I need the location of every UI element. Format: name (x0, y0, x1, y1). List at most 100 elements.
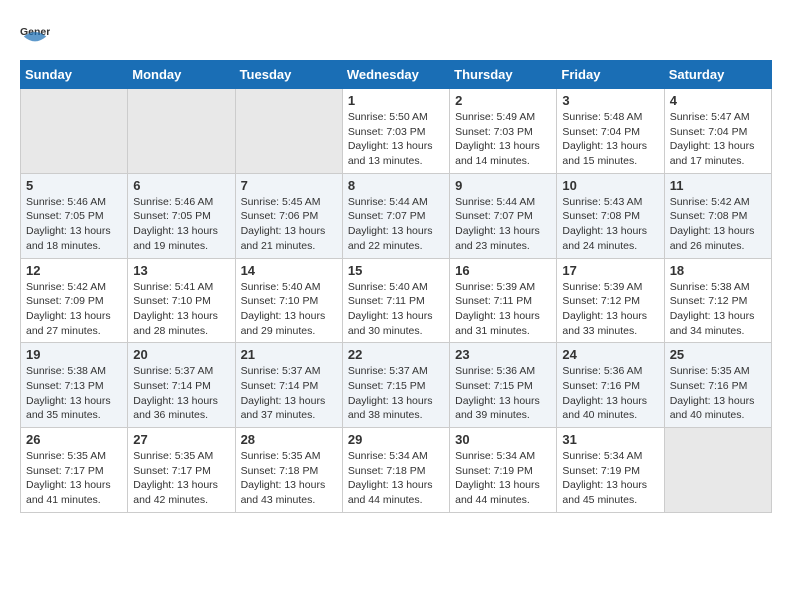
day-info: Sunrise: 5:44 AM Sunset: 7:07 PM Dayligh… (348, 195, 444, 254)
day-number: 1 (348, 93, 444, 108)
day-number: 21 (241, 347, 337, 362)
day-info: Sunrise: 5:41 AM Sunset: 7:10 PM Dayligh… (133, 280, 229, 339)
day-number: 2 (455, 93, 551, 108)
calendar-cell: 9Sunrise: 5:44 AM Sunset: 7:07 PM Daylig… (450, 173, 557, 258)
calendar-cell: 17 Sunrise: 5:39 AM Sunset: 7:12 PM Dayli… (557, 258, 664, 343)
day-info: Sunrise: 5:36 AM Sunset: 7:16 PM Dayligh… (562, 364, 658, 423)
day-info: Sunrise: 5:34 AM Sunset: 7:19 PM Dayligh… (562, 449, 658, 508)
day-number: 11 (670, 178, 766, 193)
calendar-cell: 19Sunrise: 5:38 AM Sunset: 7:13 PM Dayli… (21, 343, 128, 428)
calendar-cell (664, 428, 771, 513)
calendar-cell (128, 89, 235, 174)
day-info: Sunrise: 5:47 AM Sunset: 7:04 PM Dayligh… (670, 110, 766, 169)
weekday-header-friday: Friday (557, 61, 664, 89)
day-number: 13 (133, 263, 229, 278)
page-header: General (20, 20, 772, 50)
day-info: Sunrise: 5:46 AM Sunset: 7:05 PM Dayligh… (26, 195, 122, 254)
logo: General (20, 20, 52, 50)
day-number: 24 (562, 347, 658, 362)
day-info: Sunrise: 5:39 AM Sunset: 7:12 PM Dayligh… (562, 280, 658, 339)
calendar-cell: 24 Sunrise: 5:36 AM Sunset: 7:16 PM Dayli… (557, 343, 664, 428)
calendar-cell: 22Sunrise: 5:37 AM Sunset: 7:15 PM Dayli… (342, 343, 449, 428)
day-number: 10 (562, 178, 658, 193)
calendar-cell: 6 Sunrise: 5:46 AM Sunset: 7:05 PM Daylig… (128, 173, 235, 258)
day-info: Sunrise: 5:42 AM Sunset: 7:09 PM Dayligh… (26, 280, 122, 339)
day-number: 27 (133, 432, 229, 447)
day-info: Sunrise: 5:34 AM Sunset: 7:18 PM Dayligh… (348, 449, 444, 508)
calendar-cell: 21Sunrise: 5:37 AM Sunset: 7:14 PM Dayli… (235, 343, 342, 428)
day-number: 28 (241, 432, 337, 447)
day-info: Sunrise: 5:36 AM Sunset: 7:15 PM Dayligh… (455, 364, 551, 423)
calendar-cell: 18 Sunrise: 5:38 AM Sunset: 7:12 PM Dayli… (664, 258, 771, 343)
calendar-cell: 20 Sunrise: 5:37 AM Sunset: 7:14 PM Dayli… (128, 343, 235, 428)
day-info: Sunrise: 5:37 AM Sunset: 7:15 PM Dayligh… (348, 364, 444, 423)
calendar-cell: 12 Sunrise: 5:42 AM Sunset: 7:09 PM Dayli… (21, 258, 128, 343)
calendar-cell: 3 Sunrise: 5:48 AM Sunset: 7:04 PM Daylig… (557, 89, 664, 174)
day-info: Sunrise: 5:48 AM Sunset: 7:04 PM Dayligh… (562, 110, 658, 169)
calendar-cell: 28 Sunrise: 5:35 AM Sunset: 7:18 PM Dayli… (235, 428, 342, 513)
weekday-header-sunday: Sunday (21, 61, 128, 89)
calendar-cell: 2 Sunrise: 5:49 AM Sunset: 7:03 PM Daylig… (450, 89, 557, 174)
day-number: 9 (455, 178, 551, 193)
day-number: 20 (133, 347, 229, 362)
calendar-cell: 1 Sunrise: 5:50 AM Sunset: 7:03 PM Daylig… (342, 89, 449, 174)
day-info: Sunrise: 5:39 AM Sunset: 7:11 PM Dayligh… (455, 280, 551, 339)
day-number: 23 (455, 347, 551, 362)
day-info: Sunrise: 5:35 AM Sunset: 7:17 PM Dayligh… (26, 449, 122, 508)
day-number: 7 (241, 178, 337, 193)
day-number: 12 (26, 263, 122, 278)
day-number: 3 (562, 93, 658, 108)
calendar-cell: 5Sunrise: 5:46 AM Sunset: 7:05 PM Daylig… (21, 173, 128, 258)
calendar-cell: 25Sunrise: 5:35 AM Sunset: 7:16 PM Dayli… (664, 343, 771, 428)
day-info: Sunrise: 5:34 AM Sunset: 7:19 PM Dayligh… (455, 449, 551, 508)
day-number: 29 (348, 432, 444, 447)
day-info: Sunrise: 5:35 AM Sunset: 7:17 PM Dayligh… (133, 449, 229, 508)
day-number: 6 (133, 178, 229, 193)
day-number: 17 (562, 263, 658, 278)
day-number: 18 (670, 263, 766, 278)
day-info: Sunrise: 5:42 AM Sunset: 7:08 PM Dayligh… (670, 195, 766, 254)
day-info: Sunrise: 5:46 AM Sunset: 7:05 PM Dayligh… (133, 195, 229, 254)
weekday-header-thursday: Thursday (450, 61, 557, 89)
day-info: Sunrise: 5:38 AM Sunset: 7:12 PM Dayligh… (670, 280, 766, 339)
day-number: 15 (348, 263, 444, 278)
calendar-cell: 29 Sunrise: 5:34 AM Sunset: 7:18 PM Dayli… (342, 428, 449, 513)
day-info: Sunrise: 5:43 AM Sunset: 7:08 PM Dayligh… (562, 195, 658, 254)
calendar-cell: 15 Sunrise: 5:40 AM Sunset: 7:11 PM Dayli… (342, 258, 449, 343)
calendar-header: SundayMondayTuesdayWednesdayThursdayFrid… (21, 61, 772, 89)
day-info: Sunrise: 5:37 AM Sunset: 7:14 PM Dayligh… (133, 364, 229, 423)
day-number: 25 (670, 347, 766, 362)
weekday-header-tuesday: Tuesday (235, 61, 342, 89)
calendar-table: SundayMondayTuesdayWednesdayThursdayFrid… (20, 60, 772, 513)
weekday-header-wednesday: Wednesday (342, 61, 449, 89)
day-number: 4 (670, 93, 766, 108)
calendar-cell: 10 Sunrise: 5:43 AM Sunset: 7:08 PM Dayli… (557, 173, 664, 258)
day-info: Sunrise: 5:40 AM Sunset: 7:11 PM Dayligh… (348, 280, 444, 339)
day-number: 19 (26, 347, 122, 362)
calendar-cell: 23 Sunrise: 5:36 AM Sunset: 7:15 PM Dayli… (450, 343, 557, 428)
day-number: 30 (455, 432, 551, 447)
calendar-cell (21, 89, 128, 174)
day-info: Sunrise: 5:35 AM Sunset: 7:18 PM Dayligh… (241, 449, 337, 508)
day-info: Sunrise: 5:50 AM Sunset: 7:03 PM Dayligh… (348, 110, 444, 169)
day-info: Sunrise: 5:40 AM Sunset: 7:10 PM Dayligh… (241, 280, 337, 339)
day-number: 26 (26, 432, 122, 447)
day-info: Sunrise: 5:49 AM Sunset: 7:03 PM Dayligh… (455, 110, 551, 169)
day-number: 8 (348, 178, 444, 193)
calendar-cell: 31 Sunrise: 5:34 AM Sunset: 7:19 PM Dayli… (557, 428, 664, 513)
calendar-cell: 27 Sunrise: 5:35 AM Sunset: 7:17 PM Dayli… (128, 428, 235, 513)
weekday-header-saturday: Saturday (664, 61, 771, 89)
day-number: 14 (241, 263, 337, 278)
calendar-cell: 7 Sunrise: 5:45 AM Sunset: 7:06 PM Daylig… (235, 173, 342, 258)
calendar-cell: 13 Sunrise: 5:41 AM Sunset: 7:10 PM Dayli… (128, 258, 235, 343)
calendar-cell: 11 Sunrise: 5:42 AM Sunset: 7:08 PM Dayli… (664, 173, 771, 258)
logo-icon: General (20, 20, 50, 50)
calendar-cell: 4 Sunrise: 5:47 AM Sunset: 7:04 PM Daylig… (664, 89, 771, 174)
day-info: Sunrise: 5:45 AM Sunset: 7:06 PM Dayligh… (241, 195, 337, 254)
day-number: 31 (562, 432, 658, 447)
calendar-cell: 30 Sunrise: 5:34 AM Sunset: 7:19 PM Dayli… (450, 428, 557, 513)
weekday-header-monday: Monday (128, 61, 235, 89)
calendar-cell: 26 Sunrise: 5:35 AM Sunset: 7:17 PM Dayli… (21, 428, 128, 513)
calendar-cell (235, 89, 342, 174)
calendar-cell: 14 Sunrise: 5:40 AM Sunset: 7:10 PM Dayli… (235, 258, 342, 343)
